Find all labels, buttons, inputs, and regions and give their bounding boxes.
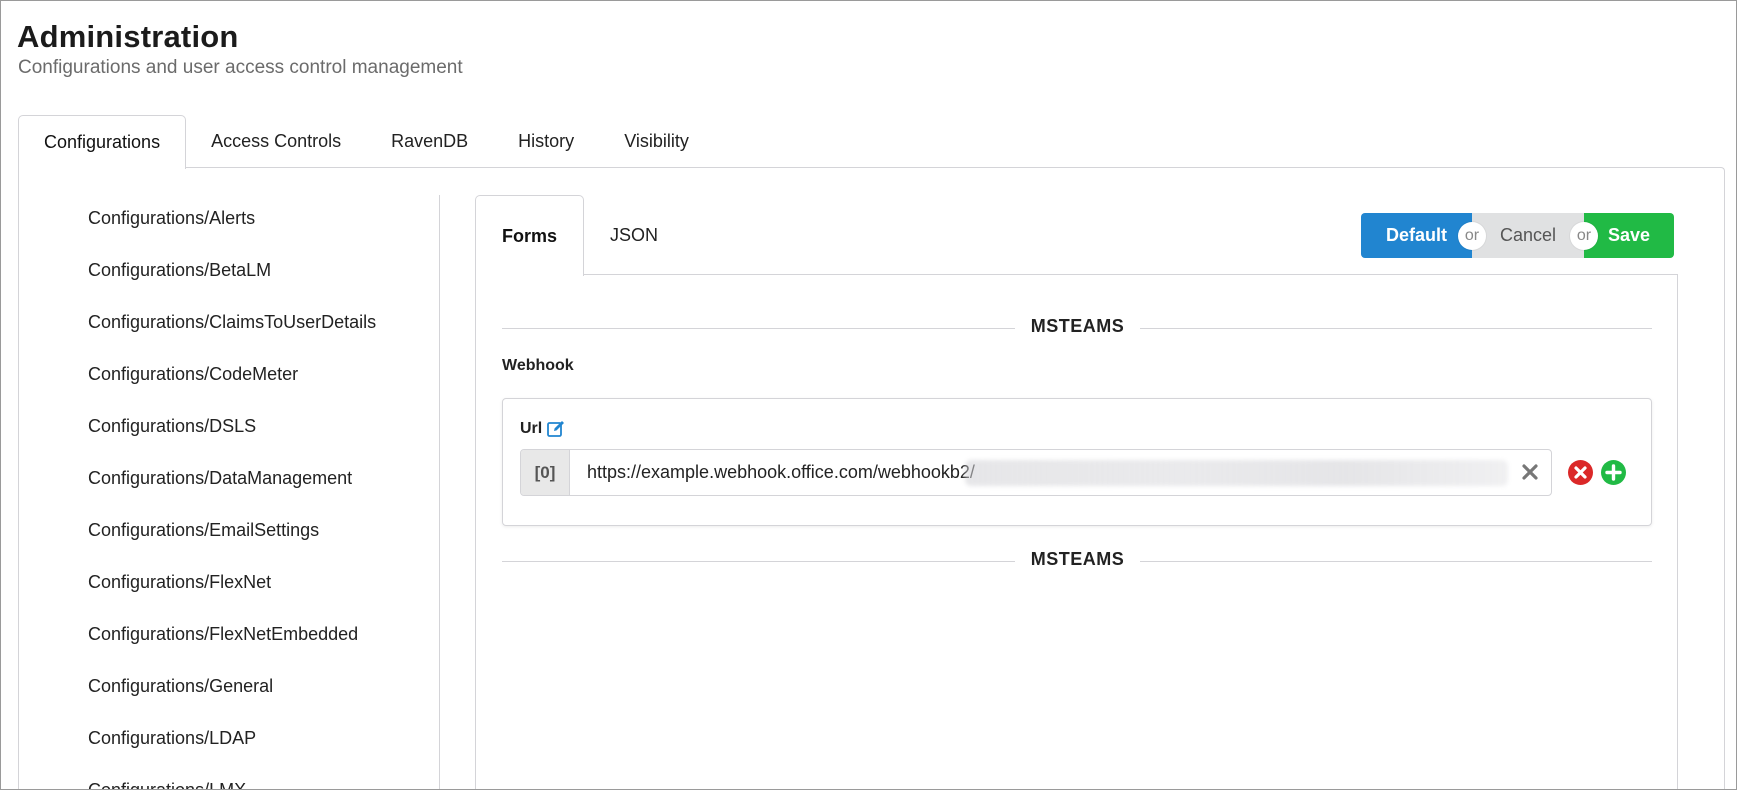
url-field-label: Url (520, 419, 566, 439)
app-window: Administration Configurations and user a… (0, 0, 1737, 790)
sidebar-item-claimstouserdetails[interactable]: Configurations/ClaimsToUserDetails (88, 312, 376, 333)
sidebar-item-alerts[interactable]: Configurations/Alerts (88, 208, 255, 229)
sidebar-item-betalm[interactable]: Configurations/BetaLM (88, 260, 271, 281)
forms-panel (475, 274, 1678, 789)
edit-icon[interactable] (546, 419, 566, 439)
cancel-button[interactable]: Cancel (1472, 213, 1584, 258)
configuration-sidebar: Configurations/Alerts Configurations/Bet… (18, 195, 440, 789)
remove-url-icon[interactable] (1568, 460, 1593, 485)
or-separator: or (1570, 221, 1598, 250)
redacted-url-overlay (965, 460, 1508, 486)
sidebar-item-dsls[interactable]: Configurations/DSLS (88, 416, 256, 437)
sidebar-item-ldap[interactable]: Configurations/LDAP (88, 728, 256, 749)
webhook-label: Webhook (502, 357, 574, 374)
sidebar-item-emailsettings[interactable]: Configurations/EmailSettings (88, 520, 319, 541)
sidebar-item-flexnetembedded[interactable]: Configurations/FlexNetEmbedded (88, 624, 358, 645)
tab-history[interactable]: History (493, 115, 599, 168)
tab-ravendb[interactable]: RavenDB (366, 115, 493, 168)
section-footer: MSTEAMS (1030, 549, 1125, 569)
sidebar-item-general[interactable]: Configurations/General (88, 676, 273, 697)
clear-icon[interactable] (1519, 460, 1541, 484)
tab-forms[interactable]: Forms (475, 195, 585, 276)
add-url-icon[interactable] (1601, 460, 1626, 485)
sidebar-item-codemeter[interactable]: Configurations/CodeMeter (88, 364, 298, 385)
page-subtitle: Configurations and user access control m… (18, 57, 463, 78)
url-label-text: Url (520, 420, 543, 437)
tab-json[interactable]: JSON (584, 195, 684, 275)
form-actions: Default or Cancel or Save (1361, 213, 1674, 258)
inner-tab-bar: Forms JSON (475, 195, 684, 276)
top-tab-bar: Configurations Access Controls RavenDB H… (18, 115, 714, 169)
sidebar-item-lmx[interactable]: Configurations/LMX (88, 780, 246, 789)
or-separator: or (1458, 221, 1486, 250)
section-divider-msteams: MSTEAMS (502, 316, 1652, 340)
section-title: MSTEAMS (1030, 316, 1125, 336)
url-index-label: [0] (521, 450, 570, 495)
tab-configurations[interactable]: Configurations (18, 115, 187, 169)
sidebar-item-datamanagement[interactable]: Configurations/DataManagement (88, 468, 352, 489)
tab-access-controls[interactable]: Access Controls (186, 115, 366, 168)
tab-visibility[interactable]: Visibility (599, 115, 714, 168)
section-divider-msteams-footer: MSTEAMS (502, 549, 1652, 573)
page-title: Administration (17, 19, 239, 54)
sidebar-item-flexnet[interactable]: Configurations/FlexNet (88, 572, 271, 593)
default-button[interactable]: Default (1361, 213, 1472, 258)
